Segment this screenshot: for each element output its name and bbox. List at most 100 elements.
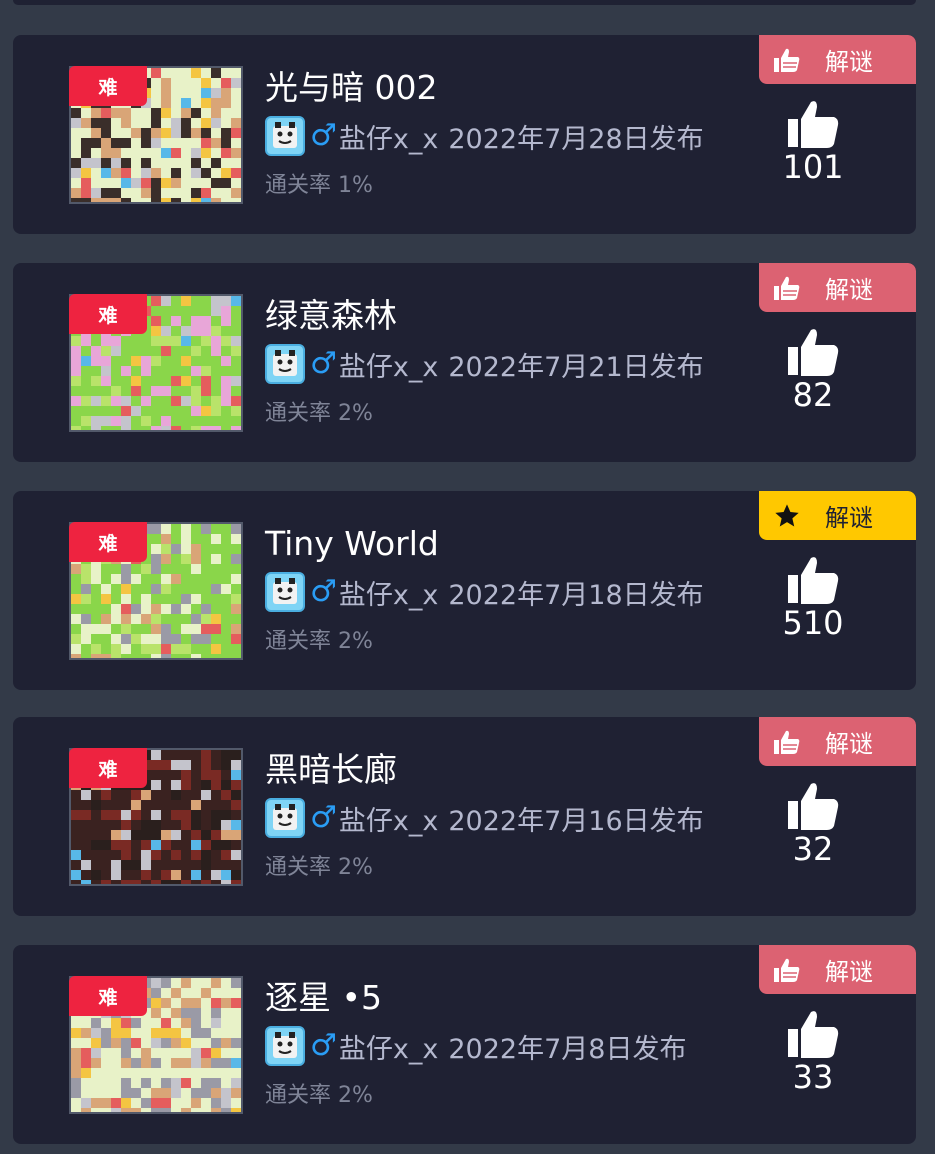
map-tile (101, 634, 111, 644)
map-tile (81, 188, 91, 198)
like-button[interactable]: 101 (759, 99, 867, 189)
map-tile (191, 614, 201, 624)
map-tile (201, 376, 211, 386)
map-tile (81, 128, 91, 138)
map-tile (81, 830, 91, 840)
author-name[interactable]: 盐仔x_x (339, 345, 438, 384)
avatar[interactable] (265, 344, 305, 384)
level-card[interactable]: 难 光与暗 002 ♂ 盐仔x_x 2022年7月28日发布 通关率 1% 解谜… (13, 35, 916, 234)
map-tile (181, 128, 191, 138)
author-name[interactable]: 盐仔x_x (339, 1027, 438, 1066)
male-gender-icon: ♂ (310, 800, 337, 835)
map-tile (191, 554, 201, 564)
map-tile (171, 1108, 181, 1112)
map-tile (151, 644, 161, 654)
map-tile (171, 178, 181, 188)
like-button[interactable]: 32 (759, 781, 867, 871)
map-tile (171, 800, 181, 810)
map-tile (191, 564, 201, 574)
level-title[interactable]: Tiny World (265, 524, 439, 564)
like-button[interactable]: 82 (759, 327, 867, 417)
category-tag: 解谜 (759, 717, 916, 766)
map-tile (111, 614, 121, 624)
map-tile (171, 128, 181, 138)
map-tile (221, 780, 231, 790)
map-tile (161, 356, 171, 366)
map-tile (141, 840, 151, 850)
map-tile (191, 1098, 201, 1108)
map-tile (221, 998, 231, 1008)
level-card[interactable]: 难 Tiny World ♂ 盐仔x_x 2022年7月18日发布 通关率 2%… (13, 491, 916, 690)
map-tile (161, 554, 171, 564)
map-tile (231, 584, 241, 594)
map-tile (91, 406, 101, 416)
thumbs-up-icon[interactable] (786, 1009, 840, 1061)
map-tile (231, 188, 241, 198)
like-button[interactable]: 510 (759, 555, 867, 645)
level-card[interactable]: 难 逐星 •5 ♂ 盐仔x_x 2022年7月8日发布 通关率 2% 解谜 33 (13, 945, 916, 1144)
thumbs-up-icon[interactable] (786, 781, 840, 833)
map-tile (231, 880, 241, 884)
map-tile (231, 1088, 241, 1098)
map-tile (221, 1108, 231, 1112)
map-tile (161, 178, 171, 188)
avatar[interactable] (265, 116, 305, 156)
thumbs-up-icon[interactable] (786, 555, 840, 607)
map-tile (221, 108, 231, 118)
map-tile (151, 416, 161, 426)
map-tile (151, 1038, 161, 1048)
map-tile (111, 356, 121, 366)
map-tile (231, 1068, 241, 1078)
thumbs-up-icon[interactable] (786, 327, 840, 379)
category-tag: 解谜 (759, 35, 916, 84)
map-tile (151, 138, 161, 148)
map-tile (171, 148, 181, 158)
author-name[interactable]: 盐仔x_x (339, 573, 438, 612)
map-tile (161, 148, 171, 158)
map-tile (121, 1068, 131, 1078)
avatar[interactable] (265, 572, 305, 612)
author-name[interactable]: 盐仔x_x (339, 799, 438, 838)
like-button[interactable]: 33 (759, 1009, 867, 1099)
map-tile (221, 1048, 231, 1058)
map-tile (231, 564, 241, 574)
map-tile (161, 998, 171, 1008)
level-title[interactable]: 光与暗 002 (265, 68, 437, 108)
map-tile (191, 988, 201, 998)
map-tile (101, 654, 111, 658)
map-tile (221, 988, 231, 998)
map-tile (171, 840, 181, 850)
map-tile (141, 1048, 151, 1058)
avatar[interactable] (265, 1026, 305, 1066)
map-tile (151, 198, 161, 202)
author-name[interactable]: 盐仔x_x (339, 117, 438, 156)
map-tile (91, 178, 101, 188)
map-tile (171, 978, 181, 988)
map-tile (151, 830, 161, 840)
map-tile (111, 128, 121, 138)
map-tile (191, 148, 201, 158)
avatar[interactable] (265, 798, 305, 838)
map-tile (201, 78, 211, 88)
map-tile (161, 860, 171, 870)
map-tile (91, 366, 101, 376)
map-tile (141, 1038, 151, 1048)
like-count: 32 (792, 830, 834, 868)
map-tile (111, 790, 121, 800)
level-card[interactable]: 难 绿意森林 ♂ 盐仔x_x 2022年7月21日发布 通关率 2% 解谜 82 (13, 263, 916, 462)
map-tile (81, 820, 91, 830)
map-tile (171, 1028, 181, 1038)
map-tile (141, 376, 151, 386)
level-card[interactable]: 难 黑暗长廊 ♂ 盐仔x_x 2022年7月16日发布 通关率 2% 解谜 32 (13, 717, 916, 916)
level-title[interactable]: 绿意森林 (265, 296, 397, 336)
map-tile (121, 1048, 131, 1058)
thumbs-up-icon[interactable] (786, 99, 840, 151)
map-tile (171, 346, 181, 356)
map-tile (161, 336, 171, 346)
map-tile (71, 148, 81, 158)
map-tile (231, 594, 241, 604)
map-tile (161, 1028, 171, 1038)
level-title[interactable]: 黑暗长廊 (265, 750, 397, 790)
map-tile (91, 870, 101, 880)
level-title[interactable]: 逐星 •5 (265, 978, 382, 1018)
